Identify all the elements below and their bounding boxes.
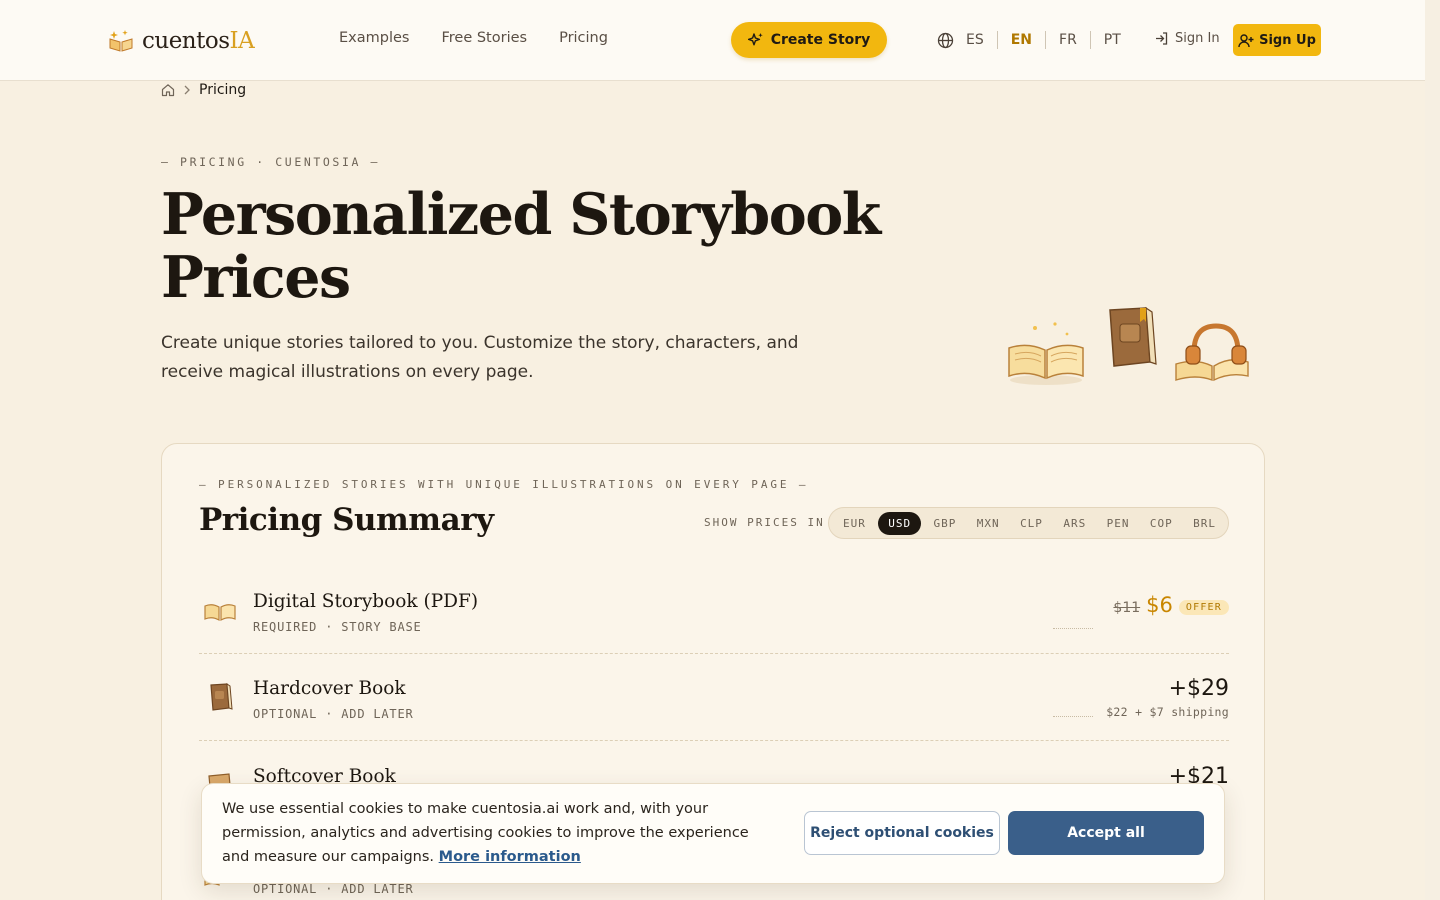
show-prices-label: SHOW PRICES IN [704,516,825,529]
breadcrumb: Pricing [161,82,246,98]
globe-icon [937,32,954,48]
lang-fr[interactable]: FR [1059,32,1077,48]
reject-cookies-button[interactable]: Reject optional cookies [804,811,1000,855]
lang-divider [1045,31,1047,49]
create-story-label: Create Story [770,32,871,48]
item-price: $11 $6 OFFER [1113,593,1229,617]
sign-in-icon [1156,32,1168,45]
price-detail: $22 + $7 shipping [1106,705,1229,719]
lang-divider [996,31,998,49]
price-row-digital: Digital Storybook (PDF) REQUIRED · STORY… [199,567,1229,654]
dotted-leader [1053,628,1093,629]
sign-up-label: Sign Up [1259,32,1316,48]
item-meta: OPTIONAL · ADD LATER [253,707,414,721]
currency-brl[interactable]: BRL [1185,512,1224,535]
accept-all-button[interactable]: Accept all [1008,811,1204,855]
lang-en[interactable]: EN [1011,32,1032,48]
item-price: +$29 $22 + $7 shipping [1106,676,1229,719]
more-information-link[interactable]: More information [439,849,581,865]
currency-eur[interactable]: EUR [835,512,874,535]
currency-selector: EUR USD GBP MXN CLP ARS PEN COP BRL [828,507,1229,539]
hardcover-illustration-icon [1109,306,1157,367]
open-book-illustration-icon [1008,322,1084,385]
sparkles-icon [747,33,763,46]
nav-link-free-stories[interactable]: Free Stories [441,30,527,46]
hero-illustration [1000,300,1260,390]
page-title: Personalized Storybook Prices [161,181,881,311]
book-logo-icon [109,30,133,52]
add-user-icon [1238,33,1254,47]
item-meta: OPTIONAL · ADD LATER [253,882,414,896]
main-nav-links: Examples Free Stories Pricing [339,30,608,46]
item-meta: REQUIRED · STORY BASE [253,620,422,634]
sign-in-link[interactable]: Sign In [1154,31,1220,46]
currency-clp[interactable]: CLP [1012,512,1051,535]
currency-cop[interactable]: COP [1142,512,1181,535]
lang-divider [1089,31,1091,49]
sign-up-button[interactable]: Sign Up [1233,24,1321,56]
sign-in-label: Sign In [1175,31,1220,46]
row-divider [199,740,1229,741]
home-icon[interactable] [161,83,175,97]
currency-usd[interactable]: USD [878,511,922,535]
summary-title: Pricing Summary [199,502,494,538]
audiobook-illustration-icon [1175,323,1249,382]
open-book-icon [204,604,236,622]
chevron-right-icon [184,85,190,95]
nav-link-pricing[interactable]: Pricing [559,30,608,46]
lang-es[interactable]: ES [966,32,984,48]
price-row-hardcover: Hardcover Book OPTIONAL · ADD LATER +$29… [199,654,1229,741]
currency-mxn[interactable]: MXN [969,512,1008,535]
currency-ars[interactable]: ARS [1055,512,1094,535]
lang-pt[interactable]: PT [1104,32,1121,48]
hardcover-book-icon [210,683,233,711]
currency-gbp[interactable]: GBP [926,512,965,535]
breadcrumb-current: Pricing [199,82,247,98]
nav-link-examples[interactable]: Examples [339,30,409,46]
old-price: $11 [1113,600,1141,616]
price-value: +$29 [1168,676,1229,701]
logo-text: cuentosIA [142,28,255,54]
cookie-banner: We use essential cookies to make cuentos… [201,783,1225,884]
hero-eyebrow: — PRICING · CUENTOSIA — [161,155,381,169]
top-nav: cuentosIA Examples Free Stories Pricing … [0,0,1425,81]
offer-price: $6 [1146,593,1173,617]
item-name: Hardcover Book [253,678,406,699]
dotted-leader [1053,716,1093,717]
logo[interactable]: cuentosIA [108,27,255,55]
summary-eyebrow: — PERSONALIZED STORIES WITH UNIQUE ILLUS… [199,478,809,491]
hero-subtitle: Create unique stories tailored to you. C… [161,333,799,382]
currency-pen[interactable]: PEN [1099,512,1138,535]
scrollbar[interactable] [1425,0,1440,900]
item-name: Digital Storybook (PDF) [253,591,479,612]
offer-badge: OFFER [1178,600,1229,615]
language-switcher: ES EN FR PT [937,31,1121,49]
create-story-button[interactable]: Create Story [731,22,887,58]
cookie-message: We use essential cookies to make cuentos… [222,797,762,869]
